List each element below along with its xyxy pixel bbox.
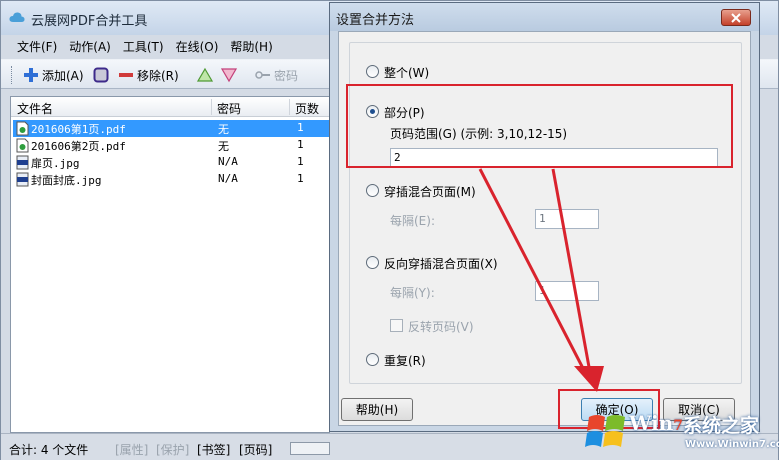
reverse-interleave-radio[interactable] xyxy=(366,256,379,269)
table-row[interactable]: 201606第2页.pdf 无 1 xyxy=(13,137,329,154)
password-button[interactable]: 密码 xyxy=(255,66,298,84)
help-button[interactable]: 帮助(H) xyxy=(341,398,413,421)
interleave-radio[interactable] xyxy=(366,184,379,197)
pdf-file-icon xyxy=(16,121,29,136)
triangle-up-icon xyxy=(197,67,213,82)
reverse-pages-label[interactable]: 反转页码(V) xyxy=(408,318,474,335)
row-pages: 1 xyxy=(297,172,304,185)
status-progress-bar xyxy=(290,442,330,455)
table-row[interactable]: 封面封底.jpg N/A 1 xyxy=(13,171,329,188)
column-pages[interactable]: 页数 xyxy=(295,100,319,117)
reverse-pages-checkbox[interactable] xyxy=(390,319,403,332)
menu-action[interactable]: 动作(A) xyxy=(67,37,113,57)
password-button-label: 密码 xyxy=(274,68,299,83)
move-down-button[interactable] xyxy=(221,66,237,84)
row-filename: 封面封底.jpg xyxy=(31,174,102,187)
row-password: N/A xyxy=(218,172,238,185)
column-separator[interactable] xyxy=(211,99,212,115)
column-password[interactable]: 密码 xyxy=(217,100,241,117)
reverse-every-label: 每隔(Y): xyxy=(390,286,435,300)
file-list[interactable]: 文件名 密码 页数 201606第1页.pdf 无 1 201606第2页.pd… xyxy=(10,96,330,433)
status-page-number[interactable]: [页码] xyxy=(239,441,272,458)
row-pages: 1 xyxy=(297,138,304,151)
add-button[interactable]: 添加(A) xyxy=(23,66,84,84)
pdf-file-icon xyxy=(16,138,29,153)
menu-file[interactable]: 文件(F) xyxy=(15,37,59,57)
highlight-box-partial xyxy=(346,84,733,168)
watermark: Win7 系统之家 Www.Winwin7.com xyxy=(585,405,779,457)
column-separator[interactable] xyxy=(289,99,290,115)
move-up-button[interactable] xyxy=(197,66,213,84)
row-password: N/A xyxy=(218,155,238,168)
image-file-icon xyxy=(16,172,29,187)
reverse-interleave-label[interactable]: 反向穿插混合页面(X) xyxy=(384,255,498,272)
table-row[interactable]: 扉页.jpg N/A 1 xyxy=(13,154,329,171)
row-password: 无 xyxy=(218,140,229,153)
select-button[interactable] xyxy=(93,66,109,84)
windows-logo-icon xyxy=(585,415,625,447)
whole-label[interactable]: 整个(W) xyxy=(384,64,429,81)
interleave-every-input[interactable]: 1 xyxy=(535,209,599,229)
close-icon xyxy=(731,12,741,23)
watermark-brand: 系统之家 xyxy=(683,415,760,437)
triangle-down-icon xyxy=(221,68,237,83)
main-window-title: 云展网PDF合并工具 xyxy=(31,14,148,29)
cloud-icon xyxy=(9,12,25,22)
interleave-label[interactable]: 穿插混合页面(M) xyxy=(384,183,476,200)
status-properties[interactable]: [属性] xyxy=(115,441,148,458)
watermark-site: Www.Winwin7.com xyxy=(685,439,779,450)
frame-icon xyxy=(93,67,109,83)
close-button[interactable] xyxy=(721,9,751,26)
row-filename: 201606第2页.pdf xyxy=(31,140,126,153)
menubar: 文件(F) 动作(A) 工具(T) 在线(O) 帮助(H) xyxy=(15,37,275,57)
status-total: 合计: 4 个文件 xyxy=(9,443,89,457)
remove-button[interactable]: 移除(R) xyxy=(118,66,179,84)
menu-tools[interactable]: 工具(T) xyxy=(121,37,166,57)
menu-help[interactable]: 帮助(H) xyxy=(228,37,274,57)
merge-method-dialog: 设置合并方法 整个(W) 部分(P) 页码范围(G) (示例: 3,10,12-… xyxy=(329,2,760,432)
row-filename: 扉页.jpg xyxy=(31,157,80,170)
dialog-titlebar[interactable]: 设置合并方法 xyxy=(330,3,759,31)
status-protect[interactable]: [保护] xyxy=(156,441,189,458)
status-bookmark[interactable]: [书签] xyxy=(197,441,230,458)
repeat-radio[interactable] xyxy=(366,353,379,366)
menu-online[interactable]: 在线(O) xyxy=(174,37,221,57)
list-header: 文件名 密码 页数 xyxy=(11,97,329,117)
remove-button-label: 移除(R) xyxy=(137,68,179,83)
toolbar-grip[interactable] xyxy=(11,66,14,84)
whole-radio[interactable] xyxy=(366,65,379,78)
row-password: 无 xyxy=(218,123,229,136)
image-file-icon xyxy=(16,155,29,170)
key-icon xyxy=(255,71,270,79)
interleave-every-label: 每隔(E): xyxy=(390,214,435,228)
add-button-label: 添加(A) xyxy=(42,68,84,83)
row-pages: 1 xyxy=(297,121,304,134)
minus-icon xyxy=(119,73,133,77)
reverse-every-input[interactable]: 1 xyxy=(535,281,599,301)
row-pages: 1 xyxy=(297,155,304,168)
table-row[interactable]: 201606第1页.pdf 无 1 xyxy=(13,120,329,137)
watermark-win: Win7 xyxy=(629,411,683,435)
plus-icon xyxy=(24,68,38,82)
dialog-title: 设置合并方法 xyxy=(336,13,415,28)
row-filename: 201606第1页.pdf xyxy=(31,123,126,136)
column-filename[interactable]: 文件名 xyxy=(17,100,53,117)
repeat-label[interactable]: 重复(R) xyxy=(384,352,426,369)
